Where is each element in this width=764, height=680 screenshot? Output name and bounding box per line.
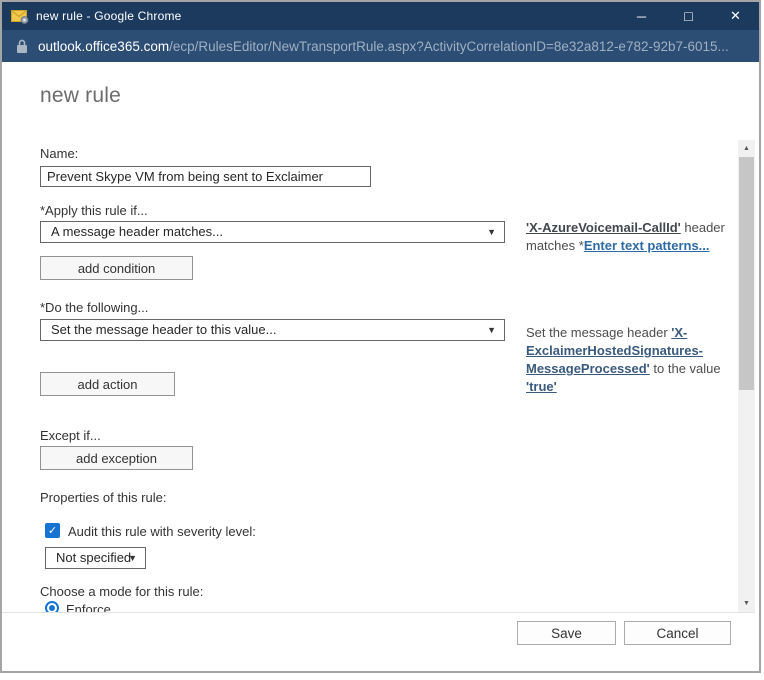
url-domain: outlook.office365.com bbox=[38, 39, 169, 54]
condition-dropdown[interactable]: A message header matches... ▼ bbox=[40, 221, 505, 243]
action-summary-text2: to the value bbox=[650, 361, 721, 376]
mode-label: Choose a mode for this rule: bbox=[40, 584, 203, 599]
rule-name-input[interactable] bbox=[40, 166, 371, 187]
except-if-label: Except if... bbox=[40, 428, 101, 443]
action-dropdown[interactable]: Set the message header to this value... … bbox=[40, 319, 505, 341]
add-exception-button[interactable]: add exception bbox=[40, 446, 193, 470]
window-controls: ─ □ ✕ bbox=[618, 2, 759, 30]
url-path: /ecp/RulesEditor/NewTransportRule.aspx?A… bbox=[169, 39, 729, 54]
add-condition-button[interactable]: add condition bbox=[40, 256, 193, 280]
condition-dropdown-value: A message header matches... bbox=[51, 224, 223, 239]
rule-form-scroll-area: Name: *Apply this rule if... A message h… bbox=[2, 140, 738, 612]
chevron-down-icon: ▼ bbox=[487, 320, 496, 340]
audit-checkbox[interactable]: ✓ bbox=[45, 523, 60, 538]
apply-rule-if-label: *Apply this rule if... bbox=[40, 203, 148, 218]
action-summary-text1: Set the message header bbox=[526, 325, 671, 340]
action-summary: Set the message header 'X-ExclaimerHoste… bbox=[526, 324, 734, 396]
url-bar[interactable]: outlook.office365.com/ecp/RulesEditor/Ne… bbox=[2, 30, 759, 62]
footer-divider bbox=[2, 612, 755, 613]
vertical-scrollbar[interactable]: ▲ ▼ bbox=[738, 140, 755, 612]
severity-dropdown[interactable]: Not specified ▼ bbox=[45, 547, 146, 569]
condition-header-link[interactable]: 'X-AzureVoicemail-CallId' bbox=[526, 220, 681, 235]
enter-text-patterns-link[interactable]: Enter text patterns... bbox=[584, 238, 710, 253]
name-label: Name: bbox=[40, 146, 78, 161]
audit-label: Audit this rule with severity level: bbox=[68, 524, 256, 539]
scrollbar-thumb[interactable] bbox=[739, 157, 754, 390]
do-the-following-label: *Do the following... bbox=[40, 300, 148, 315]
action-dropdown-value: Set the message header to this value... bbox=[51, 322, 276, 337]
close-icon[interactable]: ✕ bbox=[712, 2, 759, 30]
chevron-down-icon: ▼ bbox=[128, 548, 137, 568]
maximize-icon[interactable]: □ bbox=[665, 2, 712, 30]
minimize-icon[interactable]: ─ bbox=[618, 2, 665, 30]
severity-dropdown-value: Not specified bbox=[56, 550, 131, 565]
titlebar: new rule - Google Chrome ─ □ ✕ bbox=[2, 2, 759, 30]
scroll-up-icon[interactable]: ▲ bbox=[738, 141, 755, 156]
page-content: new rule Name: *Apply this rule if... A … bbox=[2, 62, 759, 671]
check-icon: ✓ bbox=[48, 524, 57, 537]
page-title: new rule bbox=[40, 84, 121, 108]
save-button[interactable]: Save bbox=[517, 621, 616, 645]
radio-dot bbox=[49, 605, 55, 611]
properties-label: Properties of this rule: bbox=[40, 490, 166, 505]
action-value-link[interactable]: 'true' bbox=[526, 379, 557, 394]
cancel-button[interactable]: Cancel bbox=[624, 621, 731, 645]
scroll-down-icon[interactable]: ▼ bbox=[738, 596, 755, 611]
enforce-radio-label: Enforce bbox=[66, 602, 111, 612]
lock-icon bbox=[16, 39, 28, 54]
url-text: outlook.office365.com/ecp/RulesEditor/Ne… bbox=[38, 39, 729, 54]
enforce-radio[interactable] bbox=[45, 601, 59, 612]
condition-summary: 'X-AzureVoicemail-CallId' header matches… bbox=[526, 219, 738, 255]
window-title: new rule - Google Chrome bbox=[36, 9, 618, 23]
mail-rule-app-icon bbox=[11, 9, 29, 24]
browser-popup-window: new rule - Google Chrome ─ □ ✕ outlook.o… bbox=[0, 0, 761, 673]
add-action-button[interactable]: add action bbox=[40, 372, 175, 396]
chevron-down-icon: ▼ bbox=[487, 222, 496, 242]
